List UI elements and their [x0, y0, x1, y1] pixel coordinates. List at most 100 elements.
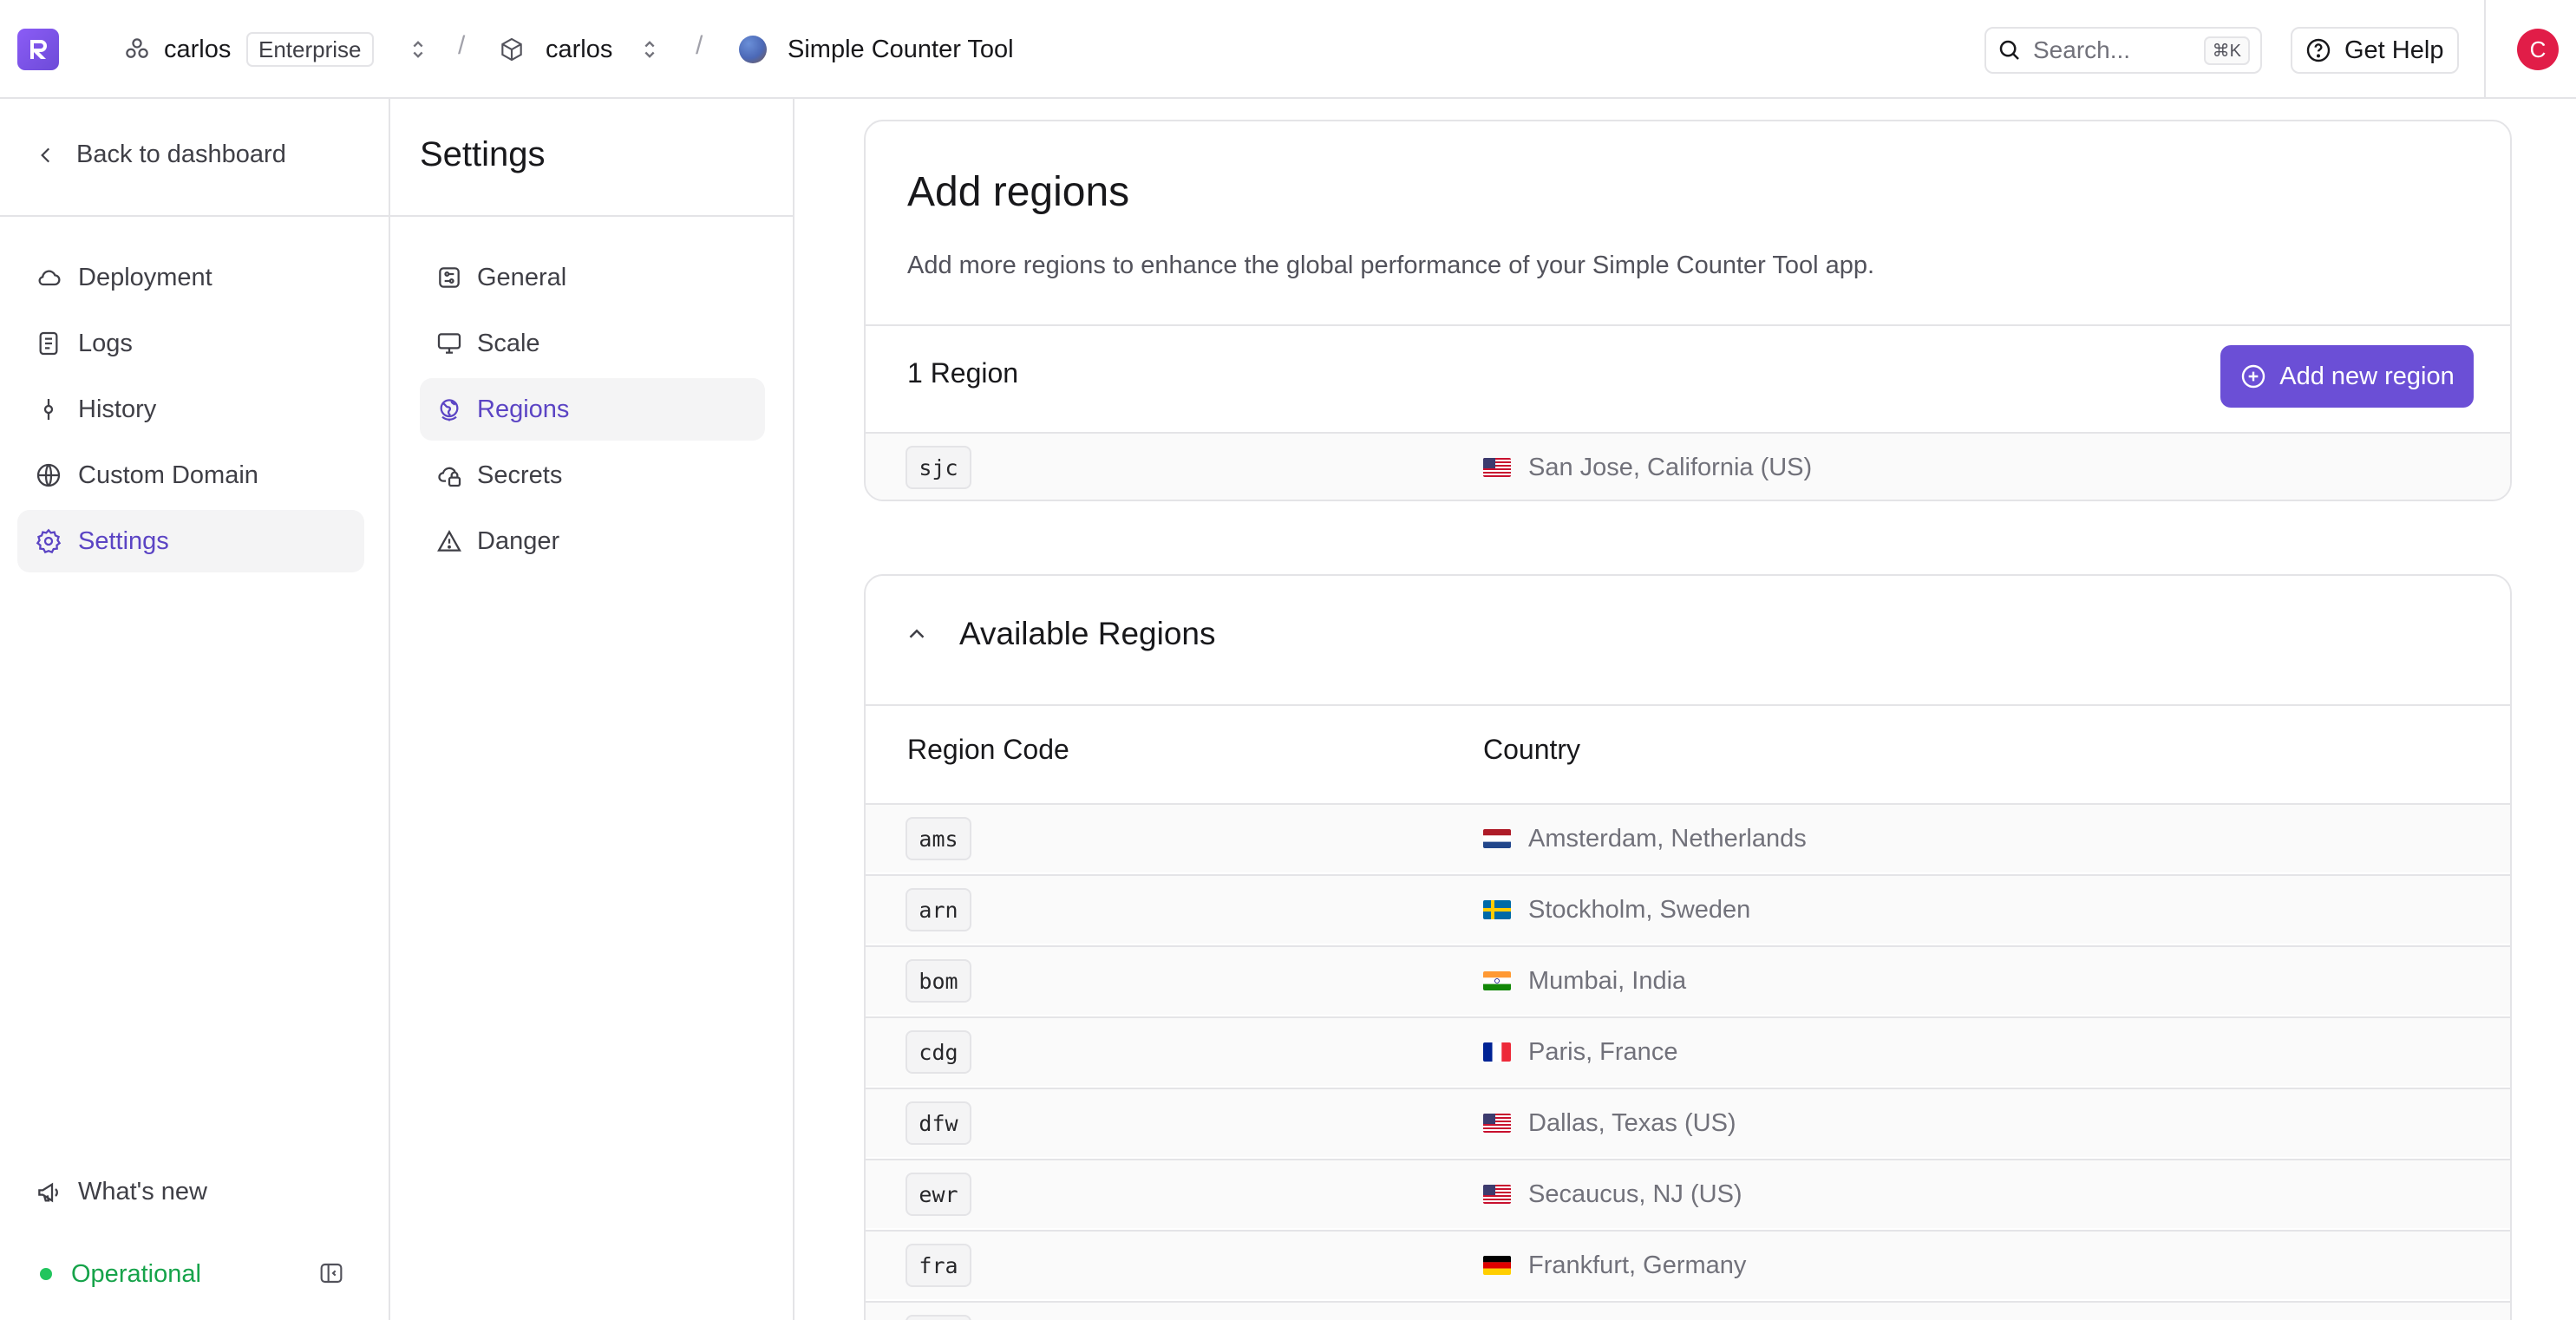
- plan-badge: Enterprise: [246, 32, 374, 67]
- region-location: San Jose, California (US): [1483, 434, 1813, 500]
- back-label: Back to dashboard: [76, 140, 286, 168]
- app-name[interactable]: Simple Counter Tool: [788, 32, 1014, 67]
- sidebar-item-settings[interactable]: Settings: [17, 510, 364, 572]
- region-code-partial: [906, 1315, 971, 1320]
- settings-nav: Settings General Scale Regions Secrets D…: [390, 99, 794, 1320]
- se-flag-icon: [1483, 900, 1511, 919]
- region-code: sjc: [906, 446, 971, 489]
- add-regions-card: Add regions Add more regions to enhance …: [864, 120, 2512, 501]
- us-flag-icon: [1483, 1114, 1511, 1133]
- chevron-up-down-icon[interactable]: [401, 32, 435, 67]
- cloud-icon: [38, 270, 61, 286]
- topbar-divider: [2484, 0, 2486, 99]
- table-row[interactable]: bom Mumbai, India: [866, 945, 2510, 1015]
- add-regions-description: Add more regions to enhance the global p…: [907, 252, 1875, 279]
- region-location: Frankfurt, Germany: [1483, 1232, 1746, 1299]
- add-new-region-label: Add new region: [2279, 362, 2455, 390]
- region-location-label: Amsterdam, Netherlands: [1528, 824, 1807, 853]
- chevron-up-icon: [909, 629, 925, 638]
- project-name[interactable]: carlos: [546, 32, 612, 67]
- column-header-country: Country: [1483, 734, 1581, 765]
- sidebar-item-label: Logs: [78, 329, 133, 357]
- sidebar-item-label: Deployment: [78, 263, 212, 291]
- available-regions-toggle[interactable]: Available Regions: [904, 616, 1216, 652]
- sidebar-item-label: Settings: [78, 526, 169, 555]
- region-code: ewr: [906, 1173, 971, 1216]
- us-flag-icon: [1483, 1185, 1511, 1204]
- region-count: 1 Region: [907, 357, 1019, 389]
- help-circle-icon: [2306, 38, 2331, 62]
- collapse-sidebar-icon[interactable]: [317, 1259, 349, 1291]
- region-location-label: San Jose, California (US): [1528, 453, 1813, 481]
- table-row[interactable]: cdg Paris, France: [866, 1016, 2510, 1086]
- settings-item-label: Secrets: [477, 461, 563, 489]
- settings-item-danger[interactable]: Danger: [420, 510, 765, 572]
- region-code: cdg: [906, 1030, 971, 1074]
- available-regions-card: Available Regions Region Code Country am…: [864, 574, 2512, 1320]
- gear-icon: [36, 528, 62, 554]
- sidebar-item-logs[interactable]: Logs: [17, 312, 364, 375]
- region-location-label: Dallas, Texas (US): [1528, 1108, 1736, 1137]
- region-location: Paris, France: [1483, 1018, 1677, 1086]
- settings-item-label: Scale: [477, 329, 540, 357]
- status-indicator[interactable]: Operational: [40, 1257, 201, 1291]
- region-code: bom: [906, 959, 971, 1003]
- cloud-lock-icon: [438, 467, 461, 487]
- region-location: Dallas, Texas (US): [1483, 1089, 1736, 1157]
- region-location-label: Mumbai, India: [1528, 966, 1687, 995]
- megaphone-icon: [38, 1182, 58, 1202]
- region-location-label: Frankfurt, Germany: [1528, 1251, 1747, 1279]
- settings-item-secrets[interactable]: Secrets: [420, 444, 765, 506]
- region-location: Stockholm, Sweden: [1483, 876, 1750, 944]
- search-shortcut: ⌘K: [2203, 36, 2250, 65]
- git-commit-icon: [43, 399, 54, 420]
- table-row[interactable]: fra Frankfurt, Germany: [866, 1230, 2510, 1299]
- box-icon: [494, 32, 529, 67]
- sidebar-divider: [0, 215, 389, 217]
- app-logo[interactable]: [17, 29, 59, 70]
- settings-item-regions[interactable]: Regions: [420, 378, 765, 441]
- team-name[interactable]: carlos: [164, 32, 231, 67]
- warning-triangle-icon: [437, 530, 461, 552]
- table-row[interactable]: dfw Dallas, Texas (US): [866, 1088, 2510, 1157]
- nl-flag-icon: [1483, 829, 1511, 848]
- sidebar-item-custom-domain[interactable]: Custom Domain: [17, 444, 364, 506]
- sidebar-item-history[interactable]: History: [17, 378, 364, 441]
- table-row[interactable]: ewr Secaucus, NJ (US): [866, 1159, 2510, 1228]
- region-code: arn: [906, 888, 971, 931]
- settings-item-scale[interactable]: Scale: [420, 312, 765, 375]
- region-location: Mumbai, India: [1483, 947, 1686, 1015]
- whats-new-link[interactable]: What's new: [35, 1178, 207, 1206]
- card-divider: [866, 324, 2510, 326]
- sidebar-item-deployment[interactable]: Deployment: [17, 246, 364, 309]
- add-new-region-button[interactable]: Add new region: [2220, 345, 2474, 408]
- table-row[interactable]: arn Stockholm, Sweden: [866, 874, 2510, 944]
- whats-new-label: What's new: [78, 1178, 207, 1206]
- settings-item-label: Regions: [477, 395, 570, 423]
- region-code: ams: [906, 817, 971, 860]
- add-regions-title: Add regions: [907, 169, 1130, 215]
- table-row[interactable]: [866, 1301, 2510, 1320]
- earth-icon: [440, 399, 459, 421]
- breadcrumb-separator: /: [458, 31, 466, 60]
- region-location: Amsterdam, Netherlands: [1483, 805, 1807, 872]
- app-avatar: [739, 36, 767, 63]
- user-avatar[interactable]: C: [2517, 29, 2559, 70]
- region-code: fra: [906, 1244, 971, 1287]
- settings-item-general[interactable]: General: [420, 246, 765, 309]
- status-dot-icon: [40, 1268, 52, 1280]
- region-location-label: Stockholm, Sweden: [1528, 895, 1751, 924]
- sidebar-item-label: Custom Domain: [78, 461, 258, 489]
- back-to-dashboard-link[interactable]: Back to dashboard: [35, 140, 286, 169]
- monitor-icon: [437, 333, 461, 354]
- get-help-label: Get Help: [2344, 36, 2444, 64]
- search-placeholder: Search...: [2033, 36, 2131, 63]
- region-location-label: Secaucus, NJ (US): [1528, 1180, 1742, 1208]
- chevron-up-down-icon[interactable]: [632, 32, 667, 67]
- column-header-region-code: Region Code: [907, 734, 1069, 765]
- region-location: Secaucus, NJ (US): [1483, 1160, 1742, 1228]
- table-row[interactable]: ams Amsterdam, Netherlands: [866, 803, 2510, 872]
- search-input[interactable]: Search... ⌘K: [1984, 27, 2262, 74]
- us-flag-icon: [1483, 458, 1511, 477]
- get-help-button[interactable]: Get Help: [2291, 27, 2459, 74]
